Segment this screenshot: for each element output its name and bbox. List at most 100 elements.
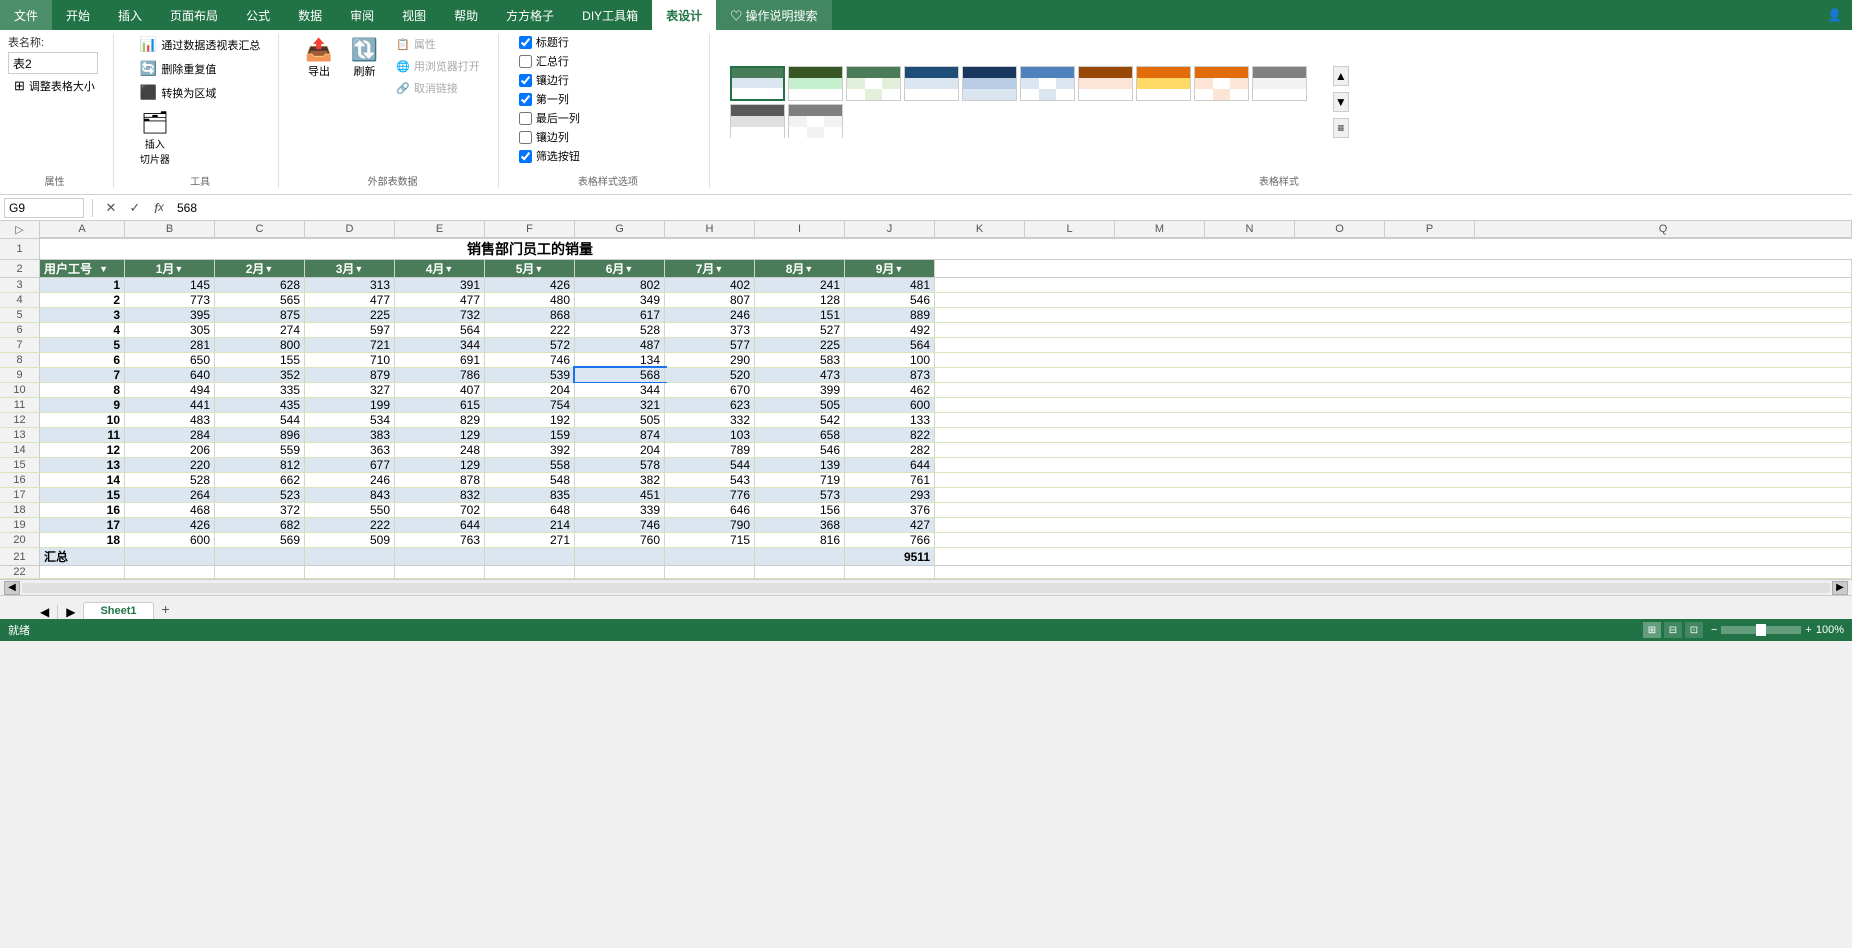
cell-D7[interactable]: 721	[305, 338, 395, 352]
cell-a1[interactable]	[40, 239, 125, 259]
open-browser-btn[interactable]: 🌐用浏览器打开	[390, 56, 486, 76]
zoom-slider[interactable]	[1721, 626, 1801, 634]
table-style-1[interactable]	[730, 66, 785, 101]
cell-H7[interactable]: 577	[665, 338, 755, 352]
cell-B13[interactable]: 284	[125, 428, 215, 442]
cell-J15[interactable]: 644	[845, 458, 935, 472]
resize-table-btn[interactable]: ⊞ 调整表格大小	[8, 76, 101, 96]
cell-D8[interactable]: 710	[305, 353, 395, 367]
col-c[interactable]: C	[215, 221, 305, 238]
row-header-3[interactable]: 3	[0, 278, 40, 292]
table-style-5[interactable]	[962, 66, 1017, 101]
cell-G20[interactable]: 760	[575, 533, 665, 547]
cell-A5[interactable]: 3	[40, 308, 125, 322]
cell-E10[interactable]: 407	[395, 383, 485, 397]
cell-I5[interactable]: 151	[755, 308, 845, 322]
cell-A8[interactable]: 6	[40, 353, 125, 367]
export-btn[interactable]: 📤 导出	[299, 34, 338, 82]
cell-J11[interactable]: 600	[845, 398, 935, 412]
cell-F17[interactable]: 835	[485, 488, 575, 502]
cell-F9[interactable]: 539	[485, 368, 575, 382]
checkbox-last-col[interactable]: 最后一列	[519, 110, 580, 126]
cell-c21[interactable]	[215, 548, 305, 565]
cell-G5[interactable]: 617	[575, 308, 665, 322]
cell-D10[interactable]: 327	[305, 383, 395, 397]
cell-A13[interactable]: 11	[40, 428, 125, 442]
page-layout-btn[interactable]: ⊟	[1664, 622, 1682, 638]
cell-F10[interactable]: 204	[485, 383, 575, 397]
cell-e2[interactable]: 4月 ▼	[395, 260, 485, 277]
cell-d22[interactable]	[305, 566, 395, 578]
cell-J9[interactable]: 873	[845, 368, 935, 382]
cancel-link-btn[interactable]: 🔗取消链接	[390, 78, 486, 98]
tab-help[interactable]: 帮助	[440, 0, 492, 30]
cell-C5[interactable]: 875	[215, 308, 305, 322]
cell-G13[interactable]: 874	[575, 428, 665, 442]
row-header-14[interactable]: 14	[0, 443, 40, 457]
cell-I16[interactable]: 719	[755, 473, 845, 487]
cell-J10[interactable]: 462	[845, 383, 935, 397]
cell-G6[interactable]: 528	[575, 323, 665, 337]
cell-G4[interactable]: 349	[575, 293, 665, 307]
remove-duplicates-btn[interactable]: 🔄 删除重复值	[134, 58, 222, 79]
checkbox-banded-col[interactable]: 镶边列	[519, 129, 569, 145]
cell-I15[interactable]: 139	[755, 458, 845, 472]
cell-g22[interactable]	[575, 566, 665, 578]
cancel-btn[interactable]: ✕	[101, 198, 121, 218]
cell-A3[interactable]: 1	[40, 278, 125, 292]
cell-C18[interactable]: 372	[215, 503, 305, 517]
cell-B7[interactable]: 281	[125, 338, 215, 352]
cell-b1[interactable]: 销售部门员工的销量	[125, 239, 935, 259]
cell-J20[interactable]: 766	[845, 533, 935, 547]
cell-E14[interactable]: 248	[395, 443, 485, 457]
cell-I11[interactable]: 505	[755, 398, 845, 412]
cell-J17[interactable]: 293	[845, 488, 935, 502]
cell-G19[interactable]: 746	[575, 518, 665, 532]
col-b[interactable]: B	[125, 221, 215, 238]
cell-f21[interactable]	[485, 548, 575, 565]
cell-F11[interactable]: 754	[485, 398, 575, 412]
col-d[interactable]: D	[305, 221, 395, 238]
cell-H16[interactable]: 543	[665, 473, 755, 487]
cell-H11[interactable]: 623	[665, 398, 755, 412]
cell-F15[interactable]: 558	[485, 458, 575, 472]
col-k[interactable]: K	[935, 221, 1025, 238]
cell-I18[interactable]: 156	[755, 503, 845, 517]
cell-B8[interactable]: 650	[125, 353, 215, 367]
select-all-btn[interactable]: ▷	[0, 221, 39, 238]
cell-i2[interactable]: 8月 ▼	[755, 260, 845, 277]
cell-F6[interactable]: 222	[485, 323, 575, 337]
cell-E18[interactable]: 702	[395, 503, 485, 517]
cell-D20[interactable]: 509	[305, 533, 395, 547]
cell-F12[interactable]: 192	[485, 413, 575, 427]
cell-J14[interactable]: 282	[845, 443, 935, 457]
cell-D14[interactable]: 363	[305, 443, 395, 457]
zoom-in-btn[interactable]: +	[1805, 624, 1811, 636]
refresh-btn[interactable]: 🔃 刷新	[345, 34, 384, 82]
row-header-6[interactable]: 6	[0, 323, 40, 337]
add-sheet-btn[interactable]: +	[154, 599, 178, 619]
cell-e22[interactable]	[395, 566, 485, 578]
cell-B3[interactable]: 145	[125, 278, 215, 292]
cell-D9[interactable]: 879	[305, 368, 395, 382]
cell-J8[interactable]: 100	[845, 353, 935, 367]
cell-A18[interactable]: 16	[40, 503, 125, 517]
cell-B11[interactable]: 441	[125, 398, 215, 412]
cell-I14[interactable]: 546	[755, 443, 845, 457]
cell-E15[interactable]: 129	[395, 458, 485, 472]
row-header-8[interactable]: 8	[0, 353, 40, 367]
cell-G8[interactable]: 134	[575, 353, 665, 367]
page-break-btn[interactable]: ⊡	[1685, 622, 1703, 638]
cell-A9[interactable]: 7	[40, 368, 125, 382]
cell-H5[interactable]: 246	[665, 308, 755, 322]
cell-D3[interactable]: 313	[305, 278, 395, 292]
cell-a21[interactable]: 汇总	[40, 548, 125, 565]
cell-D18[interactable]: 550	[305, 503, 395, 517]
row-header-11[interactable]: 11	[0, 398, 40, 412]
col-m[interactable]: M	[1115, 221, 1205, 238]
cell-H13[interactable]: 103	[665, 428, 755, 442]
cell-E7[interactable]: 344	[395, 338, 485, 352]
cell-I8[interactable]: 583	[755, 353, 845, 367]
cell-F3[interactable]: 426	[485, 278, 575, 292]
cell-j21[interactable]: 9511	[845, 548, 935, 565]
